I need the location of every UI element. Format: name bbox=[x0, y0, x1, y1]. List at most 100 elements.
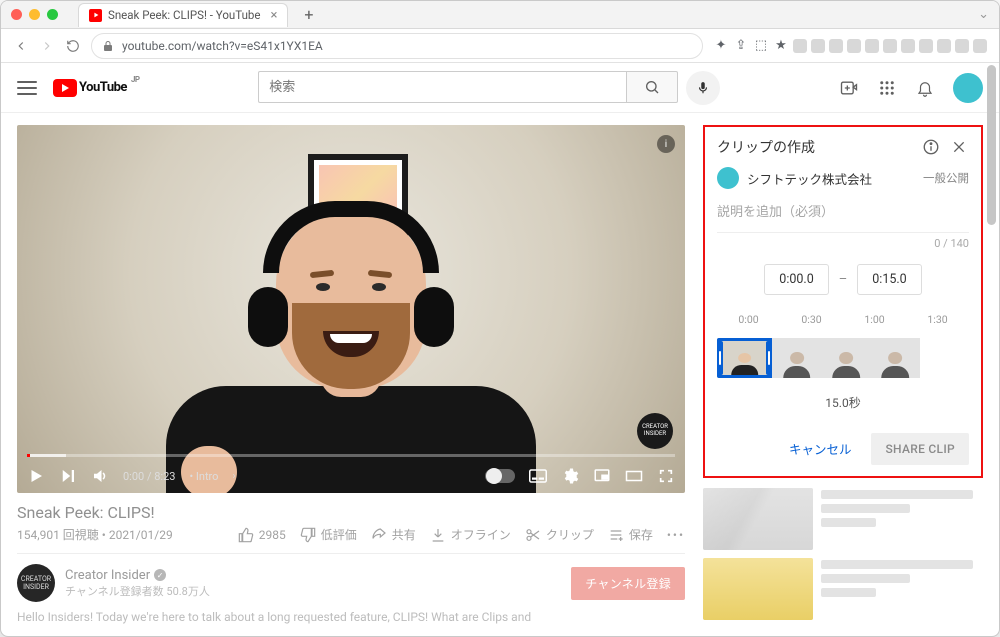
clip-start-time-input[interactable]: 0:00.0 bbox=[764, 264, 828, 295]
settings-gear-icon[interactable] bbox=[561, 467, 579, 485]
divider bbox=[17, 553, 685, 554]
notifications-bell-icon[interactable] bbox=[915, 78, 935, 98]
timeline-thumb[interactable] bbox=[920, 338, 969, 378]
clip-visibility[interactable]: 一般公開 bbox=[923, 170, 969, 186]
channel-row: CREATOR INSIDER Creator Insider ✓ チャンネル登… bbox=[17, 564, 685, 602]
timeline-ticks: 0:00 0:30 1:00 1:30 bbox=[717, 313, 969, 326]
clip-button[interactable]: クリップ bbox=[525, 526, 594, 543]
player-time: 0:00 / 8:23 bbox=[123, 470, 175, 483]
ext-icon[interactable]: ✦ bbox=[713, 38, 729, 54]
timeline-thumb-selected[interactable] bbox=[717, 338, 772, 378]
timeline-thumb[interactable] bbox=[821, 338, 870, 378]
recommendations-list bbox=[703, 488, 983, 620]
window-controls bbox=[11, 9, 58, 20]
channel-name[interactable]: Creator Insider ✓ bbox=[65, 568, 210, 583]
hamburger-menu-icon[interactable] bbox=[17, 81, 37, 95]
page-scrollbar[interactable] bbox=[987, 65, 996, 225]
search-button[interactable] bbox=[626, 71, 678, 103]
address-bar[interactable]: youtube.com/watch?v=eS41x1YX1EA bbox=[91, 33, 703, 59]
timeline-thumb[interactable] bbox=[871, 338, 920, 378]
voice-search-button[interactable] bbox=[686, 71, 720, 105]
ext-icon[interactable] bbox=[973, 39, 987, 53]
channel-watermark[interactable]: CREATOR INSIDER bbox=[637, 413, 673, 449]
ext-icon[interactable] bbox=[829, 39, 843, 53]
share-button[interactable]: 共有 bbox=[371, 526, 416, 543]
miniplayer-icon[interactable] bbox=[593, 467, 611, 485]
search-input[interactable] bbox=[258, 71, 626, 103]
ext-icon[interactable] bbox=[865, 39, 879, 53]
lock-icon bbox=[102, 40, 114, 52]
player-chapter[interactable]: • Intro bbox=[189, 470, 218, 483]
clip-user-avatar bbox=[717, 167, 739, 189]
reload-button[interactable] bbox=[65, 38, 81, 54]
youtube-logo[interactable]: YouTube JP bbox=[53, 79, 140, 97]
ext-icon[interactable] bbox=[793, 39, 807, 53]
download-button[interactable]: オフライン bbox=[430, 526, 511, 543]
tick-label: 1:30 bbox=[906, 313, 969, 326]
video-info-icon[interactable]: i bbox=[657, 135, 675, 153]
clip-end-time-input[interactable]: 0:15.0 bbox=[857, 264, 921, 295]
next-button[interactable] bbox=[59, 467, 77, 485]
tick-label: 0:00 bbox=[717, 313, 780, 326]
ext-icon[interactable] bbox=[811, 39, 825, 53]
recommendation-card[interactable] bbox=[703, 558, 983, 620]
ext-icon[interactable] bbox=[955, 39, 969, 53]
tab-close-icon[interactable]: × bbox=[270, 8, 277, 23]
timeline-thumb[interactable] bbox=[772, 338, 821, 378]
share-clip-button[interactable]: SHARE CLIP bbox=[871, 433, 969, 465]
ext-icon[interactable]: ⇪ bbox=[733, 38, 749, 54]
clip-timeline[interactable] bbox=[717, 338, 969, 378]
video-description: Hello Insiders! Today we're here to talk… bbox=[17, 610, 685, 624]
ext-icon[interactable]: ★ bbox=[773, 38, 789, 54]
tabs-overflow-icon[interactable]: ⌄ bbox=[978, 7, 989, 22]
clip-panel-title: クリップの作成 bbox=[717, 137, 913, 157]
theater-mode-icon[interactable] bbox=[625, 467, 643, 485]
dislike-button[interactable]: 低評価 bbox=[300, 526, 357, 543]
ext-icon[interactable] bbox=[937, 39, 951, 53]
ext-icon[interactable] bbox=[883, 39, 897, 53]
fullscreen-icon[interactable] bbox=[657, 467, 675, 485]
ext-icon[interactable] bbox=[919, 39, 933, 53]
recommendation-card[interactable] bbox=[703, 488, 983, 550]
ext-icon[interactable] bbox=[901, 39, 915, 53]
forward-button[interactable] bbox=[39, 38, 55, 54]
ext-icon[interactable]: ⬚ bbox=[753, 38, 769, 54]
tab-title: Sneak Peek: CLIPS! - YouTube bbox=[108, 8, 260, 22]
progress-bar[interactable] bbox=[27, 454, 675, 457]
volume-icon[interactable] bbox=[91, 467, 109, 485]
browser-tab[interactable]: Sneak Peek: CLIPS! - YouTube × bbox=[78, 3, 288, 27]
subscribe-button[interactable]: チャンネル登録 bbox=[571, 567, 685, 600]
clip-cancel-button[interactable]: キャンセル bbox=[779, 431, 862, 466]
video-meta-row: 154,901 回視聴 • 2021/01/29 2985 低評価 共有 bbox=[17, 526, 685, 543]
mac-titlebar: Sneak Peek: CLIPS! - YouTube × + ⌄ bbox=[1, 1, 999, 29]
save-button[interactable]: 保存 bbox=[608, 526, 653, 543]
autoplay-toggle[interactable] bbox=[485, 469, 515, 483]
play-button[interactable] bbox=[27, 467, 45, 485]
close-icon[interactable] bbox=[949, 137, 969, 157]
close-window-button[interactable] bbox=[11, 9, 22, 20]
info-icon[interactable] bbox=[921, 137, 941, 157]
verified-badge-icon: ✓ bbox=[154, 569, 166, 581]
video-date: 2021/01/29 bbox=[109, 528, 173, 542]
like-button[interactable]: 2985 bbox=[238, 527, 286, 543]
zoom-window-button[interactable] bbox=[47, 9, 58, 20]
extension-icons: ✦ ⇪ ⬚ ★ bbox=[713, 38, 987, 54]
clip-start-handle[interactable] bbox=[717, 341, 723, 375]
create-icon[interactable] bbox=[839, 78, 859, 98]
video-player[interactable]: i CREATOR INSIDER 0:00 / 8:23 • Intro › bbox=[17, 125, 685, 493]
ext-icon[interactable] bbox=[847, 39, 861, 53]
captions-icon[interactable] bbox=[529, 467, 547, 485]
channel-avatar[interactable]: CREATOR INSIDER bbox=[17, 564, 55, 602]
user-avatar[interactable] bbox=[953, 73, 983, 103]
clip-user-name: シフトテック株式会社 bbox=[747, 169, 915, 188]
recommendation-thumbnail bbox=[703, 488, 813, 550]
apps-grid-icon[interactable] bbox=[877, 78, 897, 98]
browser-toolbar: youtube.com/watch?v=eS41x1YX1EA ✦ ⇪ ⬚ ★ bbox=[1, 29, 999, 63]
back-button[interactable] bbox=[13, 38, 29, 54]
clip-description-input[interactable]: 説明を追加（必須） bbox=[717, 199, 969, 222]
youtube-favicon bbox=[89, 9, 102, 22]
youtube-masthead: YouTube JP bbox=[1, 63, 999, 113]
new-tab-button[interactable]: + bbox=[304, 5, 313, 24]
minimize-window-button[interactable] bbox=[29, 9, 40, 20]
more-actions-button[interactable]: ••• bbox=[667, 528, 685, 542]
